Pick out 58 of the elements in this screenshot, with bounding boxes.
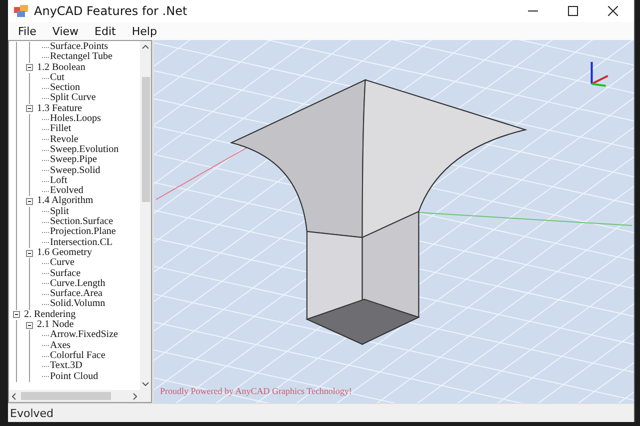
- collapse-toggle[interactable]: [26, 198, 33, 206]
- maximize-icon[interactable]: [568, 6, 578, 16]
- tree-item[interactable]: 2.1 Node: [36, 320, 74, 330]
- app-icon: [14, 5, 28, 17]
- tree-item[interactable]: Surface.Points: [49, 42, 108, 52]
- tree-item[interactable]: Section: [49, 83, 80, 94]
- status-text: Evolved: [10, 406, 54, 420]
- tree-item[interactable]: Revole: [49, 134, 78, 145]
- tree-item[interactable]: Point Cloud: [49, 372, 98, 382]
- tree-item[interactable]: Evolved: [49, 186, 84, 196]
- tree-item[interactable]: Split: [49, 206, 69, 218]
- tree-item[interactable]: 1.3 Feature: [36, 104, 82, 114]
- tree-item[interactable]: Fillet: [49, 124, 72, 135]
- tree-item[interactable]: 1.2 Boolean: [36, 62, 86, 73]
- tree-item[interactable]: Solid.Volumn: [49, 299, 106, 310]
- tree-item[interactable]: Holes.Loops: [49, 114, 101, 124]
- tree-item[interactable]: Cut: [49, 72, 64, 84]
- scroll-thumb[interactable]: [142, 77, 150, 202]
- tree-item[interactable]: 2. Rendering: [23, 310, 76, 320]
- tree-item[interactable]: Rectangel Tube: [49, 52, 112, 63]
- tree-item[interactable]: Curve: [49, 258, 74, 269]
- tree-item[interactable]: Intersection.CL: [49, 238, 112, 248]
- tree-item[interactable]: Surface.Area: [49, 289, 102, 300]
- tree-item[interactable]: Surface: [49, 268, 81, 279]
- collapse-toggle[interactable]: [26, 64, 33, 72]
- axes-icon: [590, 62, 608, 87]
- tree-item[interactable]: 1.4 Algorithm: [36, 196, 94, 207]
- tree-item[interactable]: Sweep.Pipe: [49, 155, 97, 166]
- tree-item[interactable]: Colorful Face: [49, 350, 106, 362]
- vertical-scrollbar[interactable]: [140, 41, 151, 390]
- tree-item[interactable]: Split Curve: [49, 93, 96, 104]
- tree-item[interactable]: Axes: [49, 340, 71, 351]
- tree-item[interactable]: Projection.Plane: [49, 227, 116, 238]
- close-icon[interactable]: [608, 6, 618, 16]
- collapse-toggle[interactable]: [26, 105, 33, 112]
- scroll-thumb[interactable]: [21, 392, 111, 400]
- collapse-toggle[interactable]: [26, 250, 33, 257]
- scroll-down-icon[interactable]: [142, 382, 149, 386]
- menu-item[interactable]: Edit: [86, 24, 124, 38]
- scroll-up-icon[interactable]: [142, 45, 149, 49]
- menu-item[interactable]: View: [44, 24, 87, 38]
- tree-item[interactable]: Loft: [49, 176, 68, 186]
- menu-item[interactable]: Help: [124, 24, 165, 38]
- viewport-caption: Proudly Powered by AnyCAD Graphics Technology!: [160, 386, 352, 396]
- window-title: AnyCAD Features for .Net: [34, 4, 188, 18]
- tree-item[interactable]: Sweep.Solid: [49, 166, 100, 176]
- tree-item[interactable]: Curve.Length: [49, 278, 106, 290]
- tree-item[interactable]: Section.Surface: [49, 217, 114, 228]
- horizontal-scrollbar[interactable]: [9, 390, 151, 402]
- tree-item[interactable]: Arrow.FixedSize: [49, 330, 118, 341]
- collapse-toggle[interactable]: [13, 311, 20, 318]
- tree-item[interactable]: Sweep.Evolution: [49, 144, 119, 156]
- scroll-left-icon[interactable]: [12, 392, 16, 400]
- tree-item[interactable]: Text.3D: [49, 361, 82, 372]
- menu-item[interactable]: File: [10, 24, 44, 38]
- scroll-right-icon[interactable]: [133, 392, 137, 400]
- collapse-toggle[interactable]: [26, 322, 33, 329]
- tree-item[interactable]: 1.6 Geometry: [36, 248, 92, 258]
